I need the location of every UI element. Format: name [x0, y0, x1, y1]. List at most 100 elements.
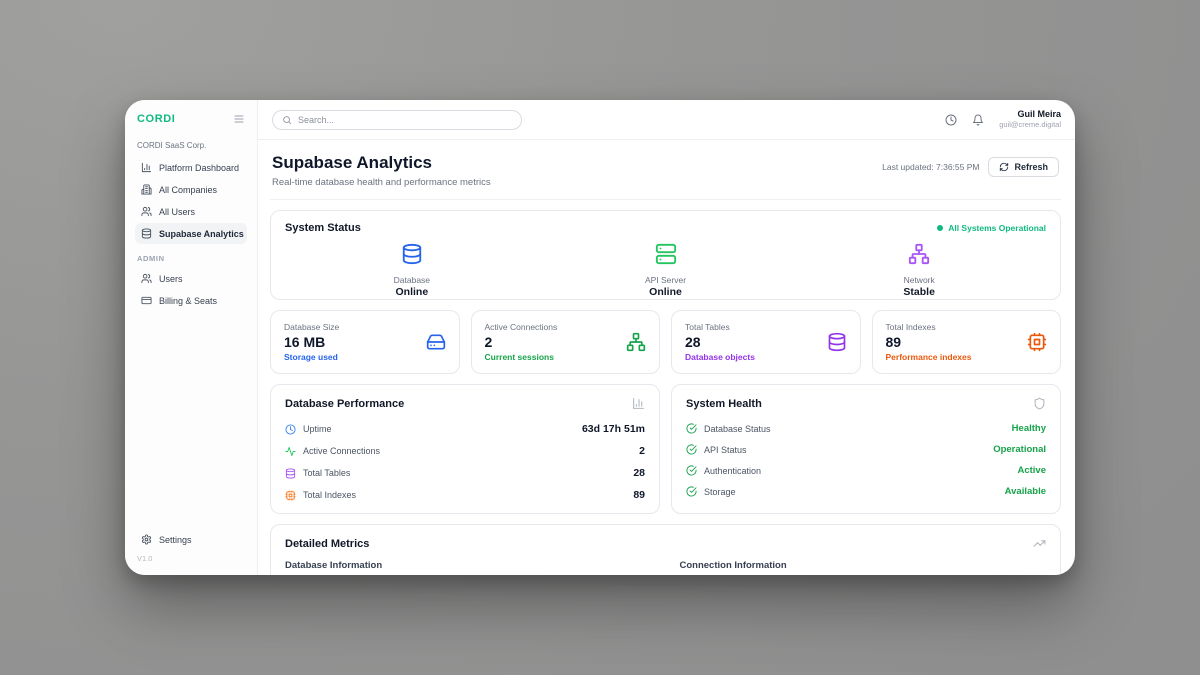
performance-row-active-connections: Active Connections 2 — [285, 440, 645, 462]
database-icon — [401, 243, 423, 265]
main-area: Guil Meira guil@creme.digital Supabase A… — [258, 100, 1075, 575]
row-label: Active Connections — [303, 446, 380, 456]
topbar: Guil Meira guil@creme.digital — [258, 100, 1075, 140]
row-label: API Status — [704, 445, 747, 455]
status-item-database: Database Online — [285, 243, 539, 298]
search-icon — [282, 115, 292, 125]
row-value: 2 — [639, 445, 645, 457]
system-status-card: System Status All Systems Operational Da… — [270, 210, 1061, 300]
sidebar-item-all-users[interactable]: All Users — [135, 201, 247, 222]
health-row-api-status: API Status Operational — [686, 439, 1046, 460]
system-status-title: System Status — [285, 222, 361, 234]
sidebar-item-label: All Companies — [159, 185, 217, 195]
health-row-database-status: Database Status Healthy — [686, 418, 1046, 439]
status-item-network: Network Stable — [792, 243, 1046, 298]
metric-card-database-size: Database Size 16 MB Storage used — [270, 310, 460, 374]
server-icon — [655, 243, 677, 265]
trending-up-icon — [1033, 537, 1046, 550]
bar-chart-icon — [632, 397, 645, 410]
gear-icon — [141, 534, 152, 545]
row-value: 28 — [633, 467, 645, 479]
refresh-label: Refresh — [1014, 162, 1048, 172]
credit-card-icon — [141, 295, 152, 306]
status-value: Online — [539, 286, 793, 298]
status-badge-label: All Systems Operational — [948, 223, 1046, 233]
bell-icon[interactable] — [972, 114, 984, 126]
check-circle-icon — [686, 444, 697, 455]
page-subtitle: Real-time database health and performanc… — [272, 177, 491, 188]
cpu-icon — [285, 490, 296, 501]
last-updated: Last updated: 7:36:55 PM — [882, 162, 979, 172]
sidebar-item-settings[interactable]: Settings — [135, 529, 247, 550]
check-circle-icon — [686, 465, 697, 476]
sidebar-item-users[interactable]: Users — [135, 268, 247, 289]
metric-value: 28 — [685, 334, 755, 350]
network-icon — [626, 332, 646, 352]
sidebar-item-label: Supabase Analytics — [159, 229, 244, 239]
sidebar-item-supabase-analytics[interactable]: Supabase Analytics — [135, 223, 247, 244]
row-label: Uptime — [303, 424, 332, 434]
refresh-button[interactable]: Refresh — [988, 157, 1059, 177]
row-value: Active — [1017, 465, 1046, 476]
row-value: Operational — [993, 444, 1046, 455]
status-badge: All Systems Operational — [937, 223, 1046, 233]
activity-icon — [285, 446, 296, 457]
status-label: API Server — [539, 275, 793, 285]
brand-logo: CORDI — [137, 113, 175, 125]
status-label: Network — [792, 275, 1046, 285]
row-value: Available — [1005, 486, 1046, 497]
database-icon — [285, 468, 296, 479]
panel-title: Detailed Metrics — [285, 538, 369, 550]
clock-icon[interactable] — [945, 114, 957, 126]
health-row-authentication: Authentication Active — [686, 460, 1046, 481]
performance-row-total-tables: Total Tables 28 — [285, 462, 645, 484]
row-label: Authentication — [704, 466, 761, 476]
row-value: 89 — [633, 489, 645, 501]
search-input[interactable] — [298, 115, 512, 125]
sidebar-item-label: All Users — [159, 207, 195, 217]
page-title: Supabase Analytics — [272, 153, 491, 173]
version-label: V1.0 — [137, 554, 245, 563]
page-header: Supabase Analytics Real-time database he… — [270, 150, 1061, 200]
status-item-api-server: API Server Online — [539, 243, 793, 298]
menu-icon[interactable] — [233, 113, 245, 125]
health-row-storage: Storage Available — [686, 481, 1046, 502]
network-icon — [908, 243, 930, 265]
sidebar-item-platform-dashboard[interactable]: Platform Dashboard — [135, 157, 247, 178]
metric-label: Active Connections — [485, 322, 558, 332]
users-icon — [141, 206, 152, 217]
search-box[interactable] — [272, 110, 522, 130]
sidebar-item-all-companies[interactable]: All Companies — [135, 179, 247, 200]
metric-card-total-indexes: Total Indexes 89 Performance indexes — [872, 310, 1062, 374]
building-icon — [141, 184, 152, 195]
connection-information-column: Connection Information Active Connection… — [680, 560, 1047, 575]
page-content: Supabase Analytics Real-time database he… — [258, 140, 1075, 575]
row-value: Healthy — [1012, 423, 1046, 434]
column-title: Database Information — [285, 560, 652, 571]
sidebar-item-billing-seats[interactable]: Billing & Seats — [135, 290, 247, 311]
sidebar-nav: Platform Dashboard All Companies All Use… — [135, 157, 247, 312]
metric-card-total-tables: Total Tables 28 Database objects — [671, 310, 861, 374]
admin-section-label: ADMIN — [137, 254, 245, 263]
panel-title: System Health — [686, 398, 762, 410]
database-icon — [827, 332, 847, 352]
metric-value: 2 — [485, 334, 558, 350]
org-label: CORDI SaaS Corp. — [137, 141, 245, 150]
sidebar: CORDI CORDI SaaS Corp. Platform Dashboar… — [125, 100, 258, 575]
panels-row: Database Performance Uptime 63d 17h 51m — [270, 384, 1061, 514]
row-label: Database Status — [704, 424, 771, 434]
sidebar-item-label: Users — [159, 274, 183, 284]
metric-sublabel: Database objects — [685, 352, 755, 362]
clock-icon — [285, 424, 296, 435]
user-menu[interactable]: Guil Meira guil@creme.digital — [999, 109, 1061, 130]
database-information-column: Database Information Database Size: 16 M… — [285, 560, 652, 575]
performance-row-total-indexes: Total Indexes 89 — [285, 484, 645, 506]
row-label: Total Indexes — [303, 490, 356, 500]
users-icon — [141, 273, 152, 284]
metric-label: Total Tables — [685, 322, 755, 332]
metric-cards-row: Database Size 16 MB Storage used Active … — [270, 310, 1061, 374]
status-dot-icon — [937, 225, 943, 231]
check-circle-icon — [686, 423, 697, 434]
check-circle-icon — [686, 486, 697, 497]
metric-sublabel: Performance indexes — [886, 352, 972, 362]
